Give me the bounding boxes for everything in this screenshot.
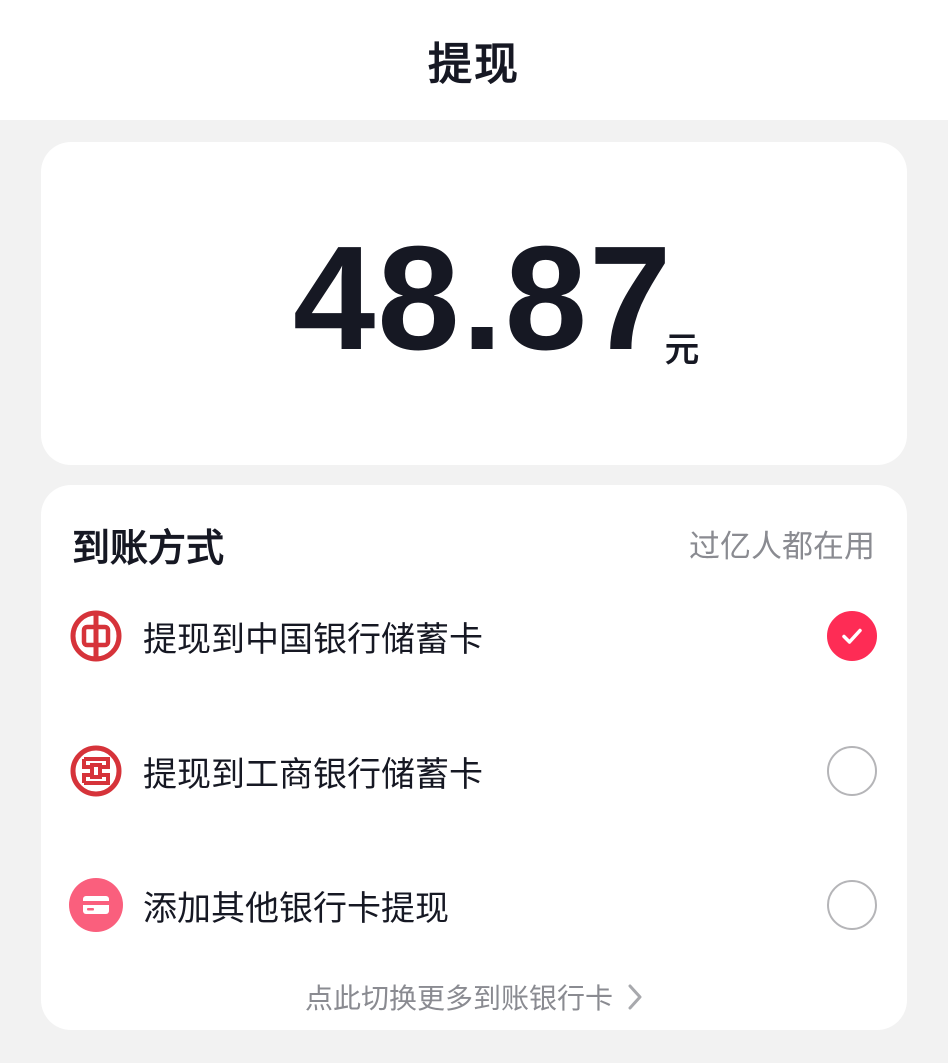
payout-method-hint: 过亿人都在用 xyxy=(689,529,875,565)
switch-more-banks-label: 点此切换更多到账银行卡 xyxy=(304,982,613,1015)
amount-display: 48.87 元 xyxy=(41,142,907,465)
payout-option-label: 提现到工商银行储蓄卡 xyxy=(143,754,483,795)
chevron-right-icon xyxy=(627,983,643,1011)
switch-more-banks-link[interactable]: 点此切换更多到账银行卡 xyxy=(41,977,907,1017)
currency-unit: 元 xyxy=(665,330,699,370)
payout-option-icbc[interactable]: 提现到工商银行储蓄卡 xyxy=(41,726,907,816)
payout-method-title: 到账方式 xyxy=(72,526,225,570)
check-icon xyxy=(842,628,862,644)
page-header: 提现 xyxy=(0,0,948,120)
payout-option-label: 添加其他银行卡提现 xyxy=(143,888,449,929)
radio-unchecked[interactable] xyxy=(827,880,877,930)
radio-unchecked[interactable] xyxy=(827,746,877,796)
credit-card-icon xyxy=(69,878,123,932)
payout-option-label: 提现到中国银行储蓄卡 xyxy=(143,619,483,660)
radio-checked[interactable] xyxy=(827,611,877,661)
payout-option-boc[interactable]: 提现到中国银行储蓄卡 xyxy=(41,591,907,681)
bank-of-china-icon xyxy=(69,609,123,663)
page-title: 提现 xyxy=(428,39,520,90)
payout-option-add-card[interactable]: 添加其他银行卡提现 xyxy=(41,860,907,950)
icbc-bank-icon xyxy=(69,744,123,798)
withdraw-amount: 48.87 xyxy=(293,216,674,381)
amount-card: 48.87 元 xyxy=(41,142,907,465)
payout-method-card: 到账方式 过亿人都在用 提现到中国银行储蓄卡 提现到工商银行储蓄卡 添加其他银行… xyxy=(41,485,907,1030)
